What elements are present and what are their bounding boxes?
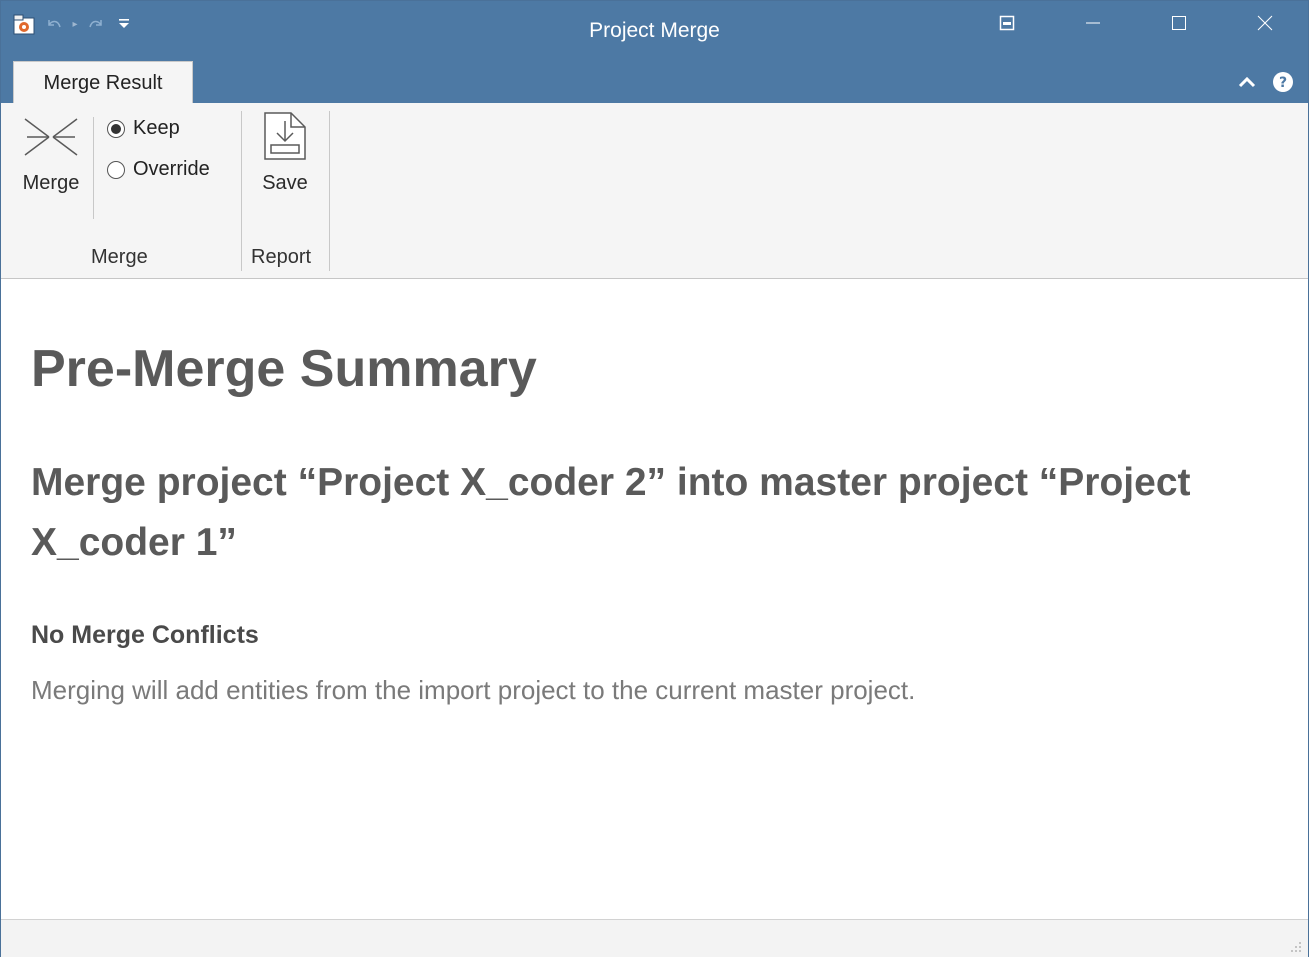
ribbon-help-area: ? [1238, 71, 1294, 98]
quick-access-toolbar: ▸ [11, 9, 135, 39]
merge-description: Merge project “Project X_coder 2” into m… [31, 461, 1191, 564]
maximize-icon[interactable] [1136, 1, 1222, 45]
group-label-merge: Merge [91, 246, 148, 268]
ribbon: Merge Keep Override Merge Save Report [1, 103, 1308, 279]
close-icon[interactable] [1222, 1, 1308, 45]
restore-ribbon-icon[interactable] [964, 1, 1050, 45]
save-button-label: Save [262, 172, 308, 194]
tab-merge-result[interactable]: Merge Result [13, 61, 193, 105]
save-button[interactable]: Save [251, 111, 319, 195]
group-divider [329, 111, 330, 271]
keep-radio-circle[interactable] [107, 119, 125, 138]
override-radio-circle[interactable] [107, 160, 125, 179]
tab-strip [1, 61, 1308, 103]
keep-radio-label: Keep [133, 117, 180, 139]
merge-button[interactable]: Merge [15, 113, 87, 195]
merge-arrows-icon [23, 113, 79, 166]
undo-icon[interactable] [43, 13, 65, 35]
status-bar [1, 919, 1308, 957]
customize-qat-icon[interactable] [113, 13, 135, 35]
app-icon[interactable] [11, 11, 37, 37]
collapse-ribbon-icon[interactable] [1238, 75, 1256, 94]
save-report-icon [261, 111, 309, 166]
undo-dropdown-icon[interactable]: ▸ [71, 19, 79, 30]
group-divider [241, 111, 242, 271]
merge-button-label: Merge [22, 172, 80, 194]
group-label-report: Report [251, 246, 312, 268]
conflicts-status-title: No Merge Conflicts [31, 621, 259, 649]
resize-grip-icon[interactable] [1288, 939, 1302, 953]
override-radio-label: Override [133, 158, 210, 180]
page-title: Pre-Merge Summary [31, 340, 537, 398]
window-controls [964, 1, 1308, 45]
tab-label: Merge Result [43, 72, 163, 94]
merge-message: Merging will add entities from the impor… [31, 675, 916, 705]
project-merge-window: ▸ Project Merge Merge Result ? Merge Kee… [0, 0, 1309, 957]
svg-text:?: ? [1279, 75, 1287, 91]
help-icon[interactable]: ? [1272, 71, 1294, 98]
keep-radio[interactable]: Keep [107, 117, 180, 140]
redo-icon[interactable] [85, 13, 107, 35]
title-bar: ▸ Project Merge [1, 1, 1308, 61]
ribbon-divider [93, 117, 94, 219]
minimize-icon[interactable] [1050, 1, 1136, 45]
override-radio[interactable]: Override [107, 158, 210, 181]
